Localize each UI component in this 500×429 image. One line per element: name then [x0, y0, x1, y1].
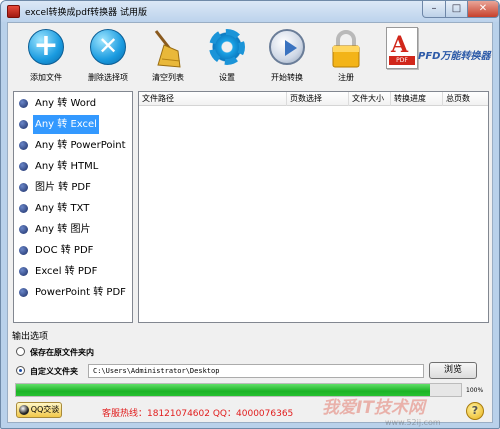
conversion-type-list: Any 转 Word Any 转 Excel Any 转 PowerPoint …: [13, 91, 133, 323]
save-source-label[interactable]: 保存在原文件夹内: [30, 347, 94, 358]
settings-label: 设置: [219, 73, 235, 82]
qq-penguin-icon: [18, 404, 29, 415]
minimize-button[interactable]: –: [422, 1, 446, 18]
app-icon: [7, 5, 20, 18]
mode-item[interactable]: Any 转 Word: [15, 94, 131, 113]
mode-item[interactable]: Any 转 TXT: [15, 199, 131, 218]
product-logo: A PDF PFD万能转换器: [380, 25, 492, 89]
mode-item[interactable]: Any 转 图片: [15, 220, 131, 239]
close-button[interactable]: ✕: [467, 1, 499, 18]
table-header: 文件路径 页数选择 文件大小 转换进度 总页数: [139, 92, 488, 106]
column-header-total-pages[interactable]: 总页数: [443, 92, 488, 106]
remove-selected-label: 删除选择项: [88, 73, 128, 82]
register-button[interactable]: 注册: [316, 27, 376, 85]
progress-percent: 100%: [466, 387, 484, 394]
mode-item[interactable]: Excel 转 PDF: [15, 262, 131, 281]
column-header-size[interactable]: 文件大小: [349, 92, 391, 106]
add-file-button[interactable]: + 添加文件: [16, 27, 76, 85]
play-icon: [269, 29, 305, 65]
mode-item[interactable]: Any 转 PowerPoint: [15, 136, 131, 155]
browse-button[interactable]: 浏览: [429, 362, 477, 379]
bullet-icon: [19, 120, 28, 129]
column-header-progress[interactable]: 转换进度: [391, 92, 443, 106]
qq-chat-button[interactable]: QQ交谈: [16, 402, 62, 418]
brand-name: PFD万能转换器: [418, 51, 491, 62]
remove-icon: ✕: [90, 29, 126, 65]
file-table[interactable]: 文件路径 页数选择 文件大小 转换进度 总页数: [138, 91, 489, 323]
radio-custom-folder[interactable]: [16, 366, 25, 375]
bullet-icon: [19, 246, 28, 255]
mode-item[interactable]: 图片 转 PDF: [15, 178, 131, 197]
bullet-icon: [19, 225, 28, 234]
pdf-document-icon: A PDF: [386, 27, 418, 69]
gear-icon: [209, 29, 245, 65]
clear-list-label: 清空列表: [152, 73, 184, 82]
custom-folder-label[interactable]: 自定义文件夹: [30, 366, 78, 377]
plus-icon: +: [28, 29, 64, 65]
help-icon[interactable]: ?: [466, 402, 484, 420]
mode-item[interactable]: DOC 转 PDF: [15, 241, 131, 260]
watermark-text: 我爱IT技术网: [322, 398, 425, 418]
window-title: excel转换成pdf转换器 试用版: [25, 8, 147, 18]
title-bar: excel转换成pdf转换器 试用版 – □ ✕: [1, 1, 499, 22]
remove-selected-button[interactable]: ✕ 删除选择项: [78, 27, 138, 85]
radio-save-source[interactable]: [16, 347, 25, 356]
broom-icon: [150, 29, 186, 68]
mode-item[interactable]: Any 转 Excel: [15, 115, 131, 134]
column-header-pages[interactable]: 页数选择: [287, 92, 349, 106]
maximize-button[interactable]: □: [445, 1, 468, 18]
lock-icon: [328, 29, 364, 68]
settings-button[interactable]: 设置: [197, 27, 257, 85]
bullet-icon: [19, 267, 28, 276]
add-file-label: 添加文件: [30, 73, 62, 82]
mode-item[interactable]: Any 转 HTML: [15, 157, 131, 176]
start-convert-label: 开始转换: [271, 73, 303, 82]
bullet-icon: [19, 288, 28, 297]
bullet-icon: [19, 99, 28, 108]
support-hotline: 客服热线：18121074602 QQ：4000076365: [102, 409, 294, 419]
register-label: 注册: [338, 73, 354, 82]
bullet-icon: [19, 162, 28, 171]
watermark-url: www.52ij.com: [385, 418, 441, 427]
bullet-icon: [19, 183, 28, 192]
mode-item[interactable]: PowerPoint 转 PDF: [15, 283, 131, 302]
column-header-path[interactable]: 文件路径: [139, 92, 287, 106]
output-path-field[interactable]: C:\Users\Administrator\Desktop: [88, 364, 424, 378]
bullet-icon: [19, 141, 28, 150]
start-convert-button[interactable]: 开始转换: [257, 27, 317, 85]
clear-list-button[interactable]: 清空列表: [138, 27, 198, 85]
client-area: + 添加文件 ✕ 删除选择项 清空列表 设置 开始转换 注册 A PDF PFD…: [7, 22, 493, 427]
bullet-icon: [19, 204, 28, 213]
output-options-label: 输出选项: [12, 332, 49, 342]
app-window: excel转换成pdf转换器 试用版 – □ ✕ + 添加文件 ✕ 删除选择项 …: [0, 0, 500, 429]
